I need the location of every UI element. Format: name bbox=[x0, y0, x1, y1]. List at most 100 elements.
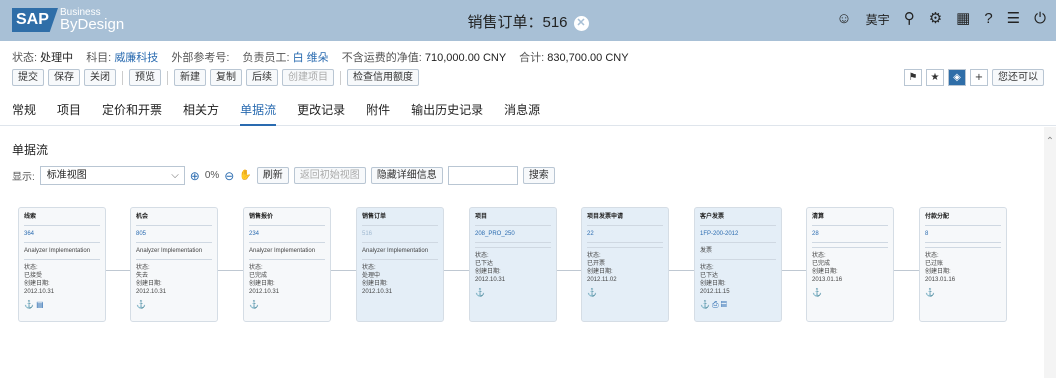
user-name[interactable]: 莫宇 bbox=[866, 11, 890, 28]
tab-message-source[interactable]: 消息源 bbox=[504, 96, 540, 126]
copy-button[interactable]: 复制 bbox=[210, 69, 242, 86]
preview-button[interactable]: 预览 bbox=[129, 69, 161, 86]
total-label: 合计: bbox=[519, 52, 545, 64]
view-select-value: 标准视图 bbox=[46, 170, 87, 181]
card-id-link[interactable]: 805 bbox=[136, 230, 212, 238]
status-value: 处理中 bbox=[40, 52, 74, 64]
card-id-link[interactable]: 22 bbox=[587, 230, 663, 238]
scroll-up-icon[interactable]: ⌃ bbox=[1044, 127, 1056, 157]
card-date-label: 创建日期: bbox=[136, 281, 162, 287]
submit-button[interactable]: 提交 bbox=[12, 69, 44, 86]
tab-attachments[interactable]: 附件 bbox=[366, 96, 390, 126]
flow-card-sales-order[interactable]: 销售订单 516 Analyzer Implementation 状态: 处理中… bbox=[356, 207, 444, 322]
user-circle-icon[interactable]: ☺ bbox=[836, 10, 851, 28]
flag-icon[interactable]: ⚑ bbox=[904, 69, 922, 86]
card-icons[interactable]: ⚓ ⎙ ▤ bbox=[700, 301, 776, 309]
flow-card-payment-allocation[interactable]: 付款分配 8 状态: 已过账 创建日期: 2013.01.16 ⚓ bbox=[919, 207, 1007, 322]
zoom-in-icon[interactable]: ⊕ bbox=[190, 169, 200, 183]
card-date-label: 创建日期: bbox=[249, 281, 275, 287]
card-icons[interactable]: ⚓ bbox=[475, 289, 551, 297]
card-id-link[interactable]: 8 bbox=[925, 230, 1001, 238]
flow-card-project-invoice-request[interactable]: 项目发票申请 22 状态: 已开票 创建日期: 2012.11.02 ⚓ bbox=[581, 207, 669, 322]
vertical-scrollbar[interactable]: ⌃ bbox=[1044, 127, 1056, 378]
search-icon[interactable]: ⚲ bbox=[904, 10, 915, 28]
tag-icon[interactable]: ◈ bbox=[948, 69, 966, 86]
card-title: 销售报价 bbox=[249, 214, 274, 220]
flow-card-lead[interactable]: 线索 364 Analyzer Implementation 状态: 已接受 创… bbox=[18, 207, 106, 322]
flow-card-sales-quote[interactable]: 销售报价 234 Analyzer Implementation 状态: 已完成… bbox=[243, 207, 331, 322]
hide-details-button[interactable]: 隐藏详细信息 bbox=[370, 167, 443, 184]
hand-icon[interactable]: ✋ bbox=[239, 170, 251, 181]
flow-card-clearing[interactable]: 清算 28 状态: 已完成 创建日期: 2013.01.16 ⚓ bbox=[806, 207, 894, 322]
card-title: 清算 bbox=[812, 214, 825, 220]
flow-card-opportunity[interactable]: 机会 805 Analyzer Implementation 状态: 失去 创建… bbox=[130, 207, 218, 322]
gear-icon[interactable]: ⚙ bbox=[929, 10, 942, 28]
card-date: 2012.10.31 bbox=[362, 289, 393, 295]
expand-icon[interactable]: + bbox=[970, 69, 988, 86]
card-icons[interactable]: ⚓ bbox=[249, 301, 325, 309]
create-item-button[interactable]: 创建项目 bbox=[282, 69, 334, 86]
check-credit-button[interactable]: 检查信用额度 bbox=[347, 69, 419, 86]
back-to-initial-view-button[interactable]: 返回初始视图 bbox=[293, 167, 366, 184]
tab-document-flow[interactable]: 单据流 bbox=[240, 96, 277, 126]
card-status: 已下达 bbox=[475, 261, 494, 267]
shell-bar: SAP Business ByDesign 销售订单：516 ✕ ☺ 莫宇 ⚲ ⚙… bbox=[0, 0, 1056, 41]
card-date: 2012.11.02 bbox=[587, 277, 617, 283]
card-icons[interactable]: ⚓ bbox=[587, 289, 663, 297]
star-icon[interactable]: ★ bbox=[926, 69, 944, 86]
card-date-label: 创建日期: bbox=[475, 269, 501, 275]
section-title: 单据流 bbox=[12, 143, 49, 157]
card-title: 机会 bbox=[136, 214, 149, 220]
card-id-link[interactable]: 364 bbox=[24, 230, 100, 238]
net-value-label: 不含运费的净值: bbox=[341, 52, 422, 64]
search-input[interactable] bbox=[447, 166, 518, 185]
new-button[interactable]: 新建 bbox=[174, 69, 206, 86]
card-title: 付款分配 bbox=[925, 214, 950, 220]
card-date-label: 创建日期: bbox=[362, 281, 388, 287]
flow-card-customer-invoice[interactable]: 客户发票 1FP-200-2012 发票 状态: 已下达 创建日期: 2012.… bbox=[694, 207, 782, 322]
card-status-label: 状态: bbox=[24, 265, 38, 271]
card-icons[interactable]: ⚓ bbox=[136, 301, 212, 309]
card-id-link[interactable]: 208_PRO_250 bbox=[475, 230, 551, 238]
you-can-also-button[interactable]: 您还可以 bbox=[992, 69, 1044, 86]
refresh-button[interactable]: 刷新 bbox=[256, 167, 289, 184]
followup-button[interactable]: 后续 bbox=[246, 69, 278, 86]
list-icon[interactable]: ☰ bbox=[1007, 10, 1020, 28]
card-icons[interactable]: ⚓ bbox=[925, 289, 1001, 297]
search-button[interactable]: 搜索 bbox=[522, 167, 555, 184]
card-desc: Analyzer Implementation bbox=[136, 248, 203, 254]
tab-items[interactable]: 项目 bbox=[57, 96, 81, 126]
tab-changes[interactable]: 更改记录 bbox=[297, 96, 345, 126]
card-date: 2012.11.15 bbox=[700, 289, 730, 295]
card-desc: 发票 bbox=[700, 248, 713, 254]
card-id-link[interactable]: 234 bbox=[249, 230, 325, 238]
net-value: 710,000.00 CNY bbox=[424, 52, 507, 64]
calculator-icon[interactable]: ▦ bbox=[956, 10, 970, 28]
tab-parties[interactable]: 相关方 bbox=[183, 96, 219, 126]
close-window-icon[interactable]: ✕ bbox=[573, 16, 589, 31]
divider bbox=[122, 70, 123, 85]
employee-link[interactable]: 白 维朵 bbox=[293, 52, 329, 64]
view-select[interactable]: 标准视图 ⌵ bbox=[39, 166, 185, 185]
tab-general[interactable]: 常规 bbox=[12, 96, 36, 126]
card-date-label: 创建日期: bbox=[700, 281, 726, 287]
zoom-out-icon[interactable]: ⊖ bbox=[224, 169, 234, 183]
window-title-text: 销售订单：516 bbox=[467, 14, 568, 31]
card-icons[interactable]: ⚓ ▤ bbox=[24, 301, 100, 309]
power-icon[interactable]: ⏻ bbox=[1034, 10, 1046, 28]
save-button[interactable]: 保存 bbox=[48, 69, 80, 86]
employee-label: 负责员工: bbox=[242, 52, 290, 64]
close-button[interactable]: 关闭 bbox=[84, 69, 116, 86]
tab-pricing-invoicing[interactable]: 定价和开票 bbox=[102, 96, 162, 126]
card-status: 已完成 bbox=[812, 261, 831, 267]
flow-card-project[interactable]: 项目 208_PRO_250 状态: 已下达 创建日期: 2012.10.31 … bbox=[469, 207, 557, 322]
card-icons[interactable]: ⚓ bbox=[812, 289, 888, 297]
help-icon[interactable]: ? bbox=[984, 10, 992, 28]
card-date-label: 创建日期: bbox=[587, 269, 613, 275]
card-status-label: 状态: bbox=[136, 265, 150, 271]
card-id-link[interactable]: 1FP-200-2012 bbox=[700, 230, 776, 238]
account-link[interactable]: 威廉科技 bbox=[114, 52, 158, 64]
tab-output-history[interactable]: 输出历史记录 bbox=[411, 96, 483, 126]
card-status: 处理中 bbox=[362, 273, 381, 279]
card-id-link[interactable]: 28 bbox=[812, 230, 888, 238]
